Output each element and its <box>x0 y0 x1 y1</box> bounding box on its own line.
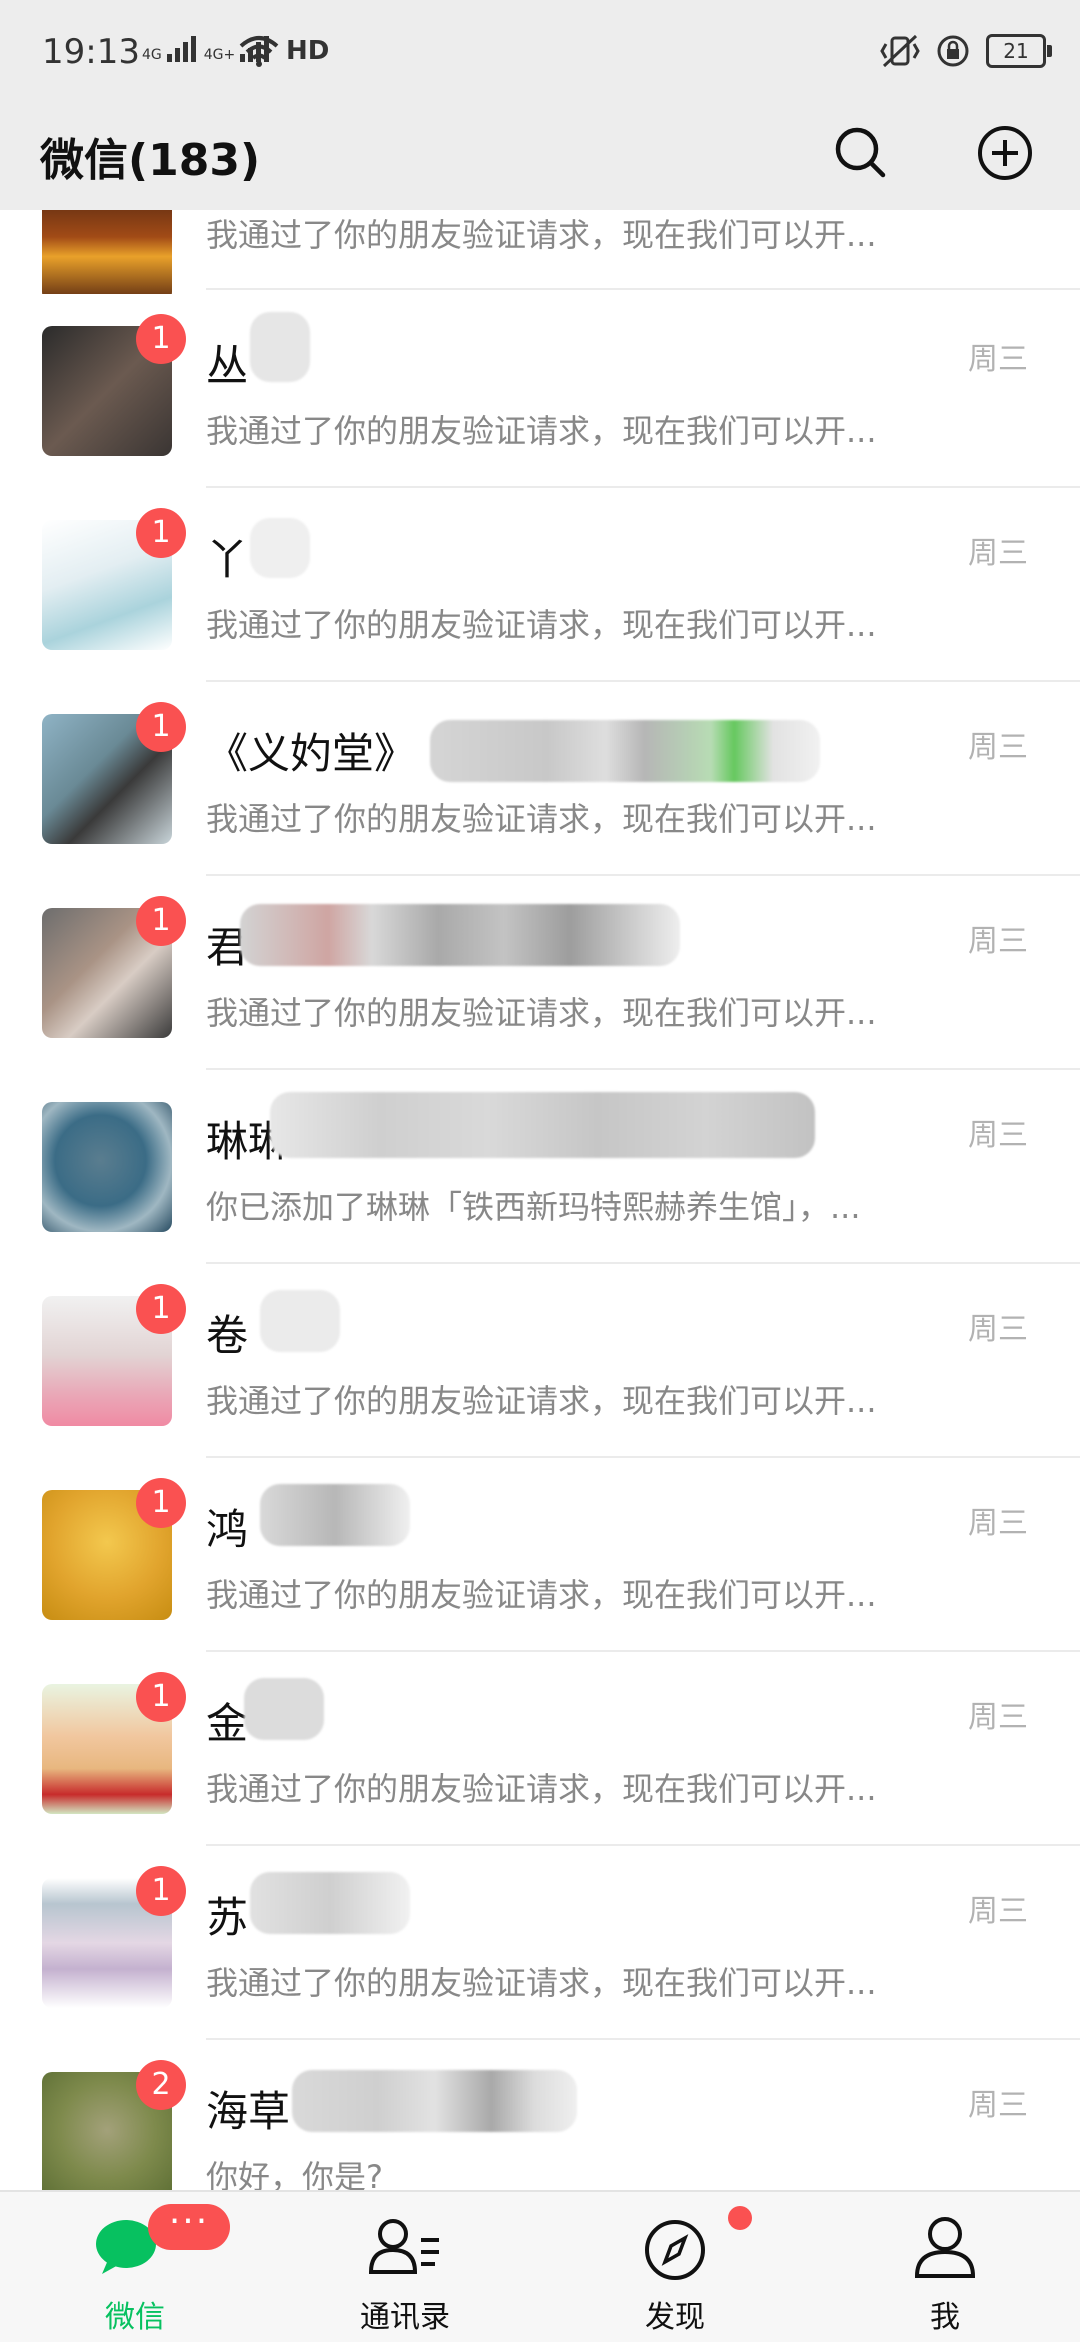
chat-preview: 我通过了你的朋友验证请求，现在我们可以开... <box>206 1964 877 2002</box>
tab-contacts[interactable]: 通讯录 <box>270 2192 540 2342</box>
chat-item[interactable]: 1 《义妁堂》 我通过了你的朋友验证请求，现在我们可以开... 周三 <box>0 682 1080 876</box>
chat-item[interactable]: 琳琳 你已添加了琳琳「铁西新玛特熙赫养生馆」，... 周三 <box>0 1070 1080 1264</box>
tab-label: 通讯录 <box>360 2300 450 2335</box>
chat-preview: 你好，你是? <box>206 2158 383 2190</box>
unread-badge: 1 <box>136 1672 186 1722</box>
bottom-tab-bar: ··· 微信 通讯录 发现 我 <box>0 2190 1080 2342</box>
unread-badge: 1 <box>136 1284 186 1334</box>
hd-call-icon: HD <box>286 36 330 66</box>
tab-wechat[interactable]: ··· 微信 <box>0 2192 270 2342</box>
lock-rotation-icon <box>937 35 969 67</box>
chat-name: 金 <box>206 1699 249 1748</box>
contacts-icon <box>368 2219 439 2274</box>
chat-list[interactable]: 我通过了你的朋友验证请求，现在我们可以开... 1 丛 我通过了你的朋友验证请求… <box>0 210 1080 2190</box>
chat-name: 苏 <box>206 1893 249 1942</box>
network-type-2: 4G+ <box>203 47 236 63</box>
tab-label: 微信 <box>105 2300 165 2335</box>
unread-badge: 1 <box>136 314 186 364</box>
redaction-blur <box>270 1092 815 1158</box>
add-button[interactable] <box>970 118 1040 188</box>
chat-name: 海草 <box>206 2087 291 2136</box>
chat-preview: 我通过了你的朋友验证请求，现在我们可以开... <box>206 1770 877 1808</box>
chat-time: 周三 <box>968 2088 1028 2123</box>
chat-name: 丫 <box>206 535 249 584</box>
redaction-blur <box>292 2070 577 2132</box>
app-header: 微信(183) <box>0 108 1080 210</box>
unread-badge: 1 <box>136 508 186 558</box>
chat-time: 周三 <box>968 730 1028 765</box>
chat-preview: 我通过了你的朋友验证请求，现在我们可以开... <box>206 1382 877 1420</box>
search-icon <box>835 127 886 178</box>
chat-preview: 你已添加了琳琳「铁西新玛特熙赫养生馆」，... <box>206 1188 861 1226</box>
tab-label: 发现 <box>645 2300 705 2335</box>
chat-preview: 我通过了你的朋友验证请求，现在我们可以开... <box>206 994 877 1032</box>
redaction-blur <box>250 312 310 382</box>
redaction-blur <box>244 1678 324 1740</box>
unread-badge: 1 <box>136 1478 186 1528</box>
unread-badge: 1 <box>136 1866 186 1916</box>
chat-item[interactable]: 1 丛 我通过了你的朋友验证请求，现在我们可以开... 周三 <box>0 294 1080 488</box>
new-dot-badge <box>728 2206 752 2230</box>
chat-name: 卷 <box>206 1311 249 1360</box>
chat-item[interactable]: 1 苏 我通过了你的朋友验证请求，现在我们可以开... 周三 <box>0 1846 1080 2040</box>
status-bar: 19:13 4G 4G+ HD 21 <box>0 0 1080 108</box>
chat-time: 周三 <box>968 1894 1028 1929</box>
compass-icon <box>645 2220 705 2280</box>
chat-preview: 我通过了你的朋友验证请求，现在我们可以开... <box>206 412 877 450</box>
status-time: 19:13 <box>42 32 140 72</box>
avatar <box>42 210 172 302</box>
cellular-signal-icon: 4G <box>142 36 196 62</box>
chat-item[interactable]: 1 丫 我通过了你的朋友验证请求，现在我们可以开... 周三 <box>0 488 1080 682</box>
chat-time: 周三 <box>968 1118 1028 1153</box>
tab-discover[interactable]: 发现 <box>540 2192 810 2342</box>
chat-preview: 我通过了你的朋友验证请求，现在我们可以开... <box>206 800 877 838</box>
avatar <box>42 1102 172 1232</box>
chat-time: 周三 <box>968 1506 1028 1541</box>
search-button[interactable] <box>826 118 896 188</box>
redaction-blur <box>430 720 820 782</box>
redaction-blur <box>250 518 310 578</box>
page-title: 微信(183) <box>40 135 261 186</box>
chat-name: 《义妁堂》 <box>206 729 417 778</box>
battery-icon: 21 <box>986 34 1052 68</box>
chat-preview: 我通过了你的朋友验证请求，现在我们可以开... <box>206 606 877 644</box>
more-badge: ··· <box>148 2204 230 2250</box>
chat-name: 丛 <box>206 341 249 390</box>
chat-time: 周三 <box>968 924 1028 959</box>
chat-time: 周三 <box>968 1700 1028 1735</box>
person-icon <box>914 2217 976 2278</box>
chat-preview: 我通过了你的朋友验证请求，现在我们可以开... <box>206 216 877 254</box>
plus-circle-icon <box>978 126 1032 180</box>
unread-badge: 1 <box>136 896 186 946</box>
unread-badge: 1 <box>136 702 186 752</box>
unread-badge: 2 <box>136 2060 186 2110</box>
redaction-blur <box>260 1290 340 1352</box>
wifi-icon <box>238 34 280 72</box>
chat-time: 周三 <box>968 342 1028 377</box>
redaction-blur <box>260 1484 410 1546</box>
chat-item-partial[interactable]: 我通过了你的朋友验证请求，现在我们可以开... <box>0 210 1080 302</box>
tab-label: 我 <box>930 2300 960 2335</box>
vibrate-mute-icon <box>880 34 920 68</box>
chat-item[interactable]: 2 海草 你好，你是? 周三 <box>0 2040 1080 2190</box>
chat-item[interactable]: 1 卷 我通过了你的朋友验证请求，现在我们可以开... 周三 <box>0 1264 1080 1458</box>
redaction-blur <box>240 904 680 966</box>
chat-item[interactable]: 1 鸿 我通过了你的朋友验证请求，现在我们可以开... 周三 <box>0 1458 1080 1652</box>
chat-item[interactable]: 1 金 我通过了你的朋友验证请求，现在我们可以开... 周三 <box>0 1652 1080 1846</box>
chat-item[interactable]: 1 君 我通过了你的朋友验证请求，现在我们可以开... 周三 <box>0 876 1080 1070</box>
status-right-icons: 21 <box>880 34 1052 68</box>
tab-me[interactable]: 我 <box>810 2192 1080 2342</box>
chat-name: 鸿 <box>206 1505 249 1554</box>
chat-preview: 我通过了你的朋友验证请求，现在我们可以开... <box>206 1576 877 1614</box>
redaction-blur <box>250 1872 410 1934</box>
chat-time: 周三 <box>968 1312 1028 1347</box>
chat-time: 周三 <box>968 536 1028 571</box>
network-type-1: 4G <box>142 47 162 63</box>
